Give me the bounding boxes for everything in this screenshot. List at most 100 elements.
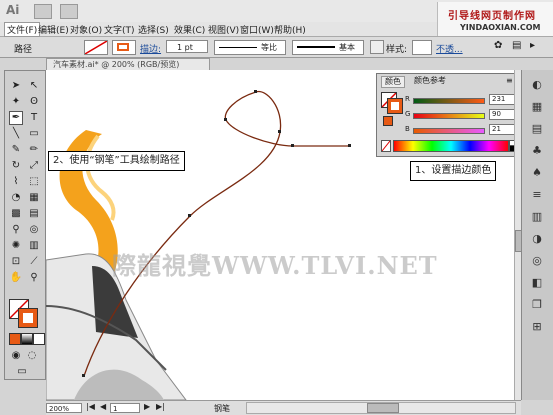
- zoom-field[interactable]: 200%: [46, 403, 82, 413]
- control-bar: 路径 描边: 1 pt 等比 基本 样式: 不透... ✿ ▤ ▸: [0, 37, 553, 58]
- first-artboard-icon[interactable]: |◀: [86, 402, 95, 411]
- no-fill-icon: [381, 140, 391, 152]
- next-artboard-icon[interactable]: ▶: [144, 402, 150, 411]
- gradient-panel-icon[interactable]: ▥: [530, 210, 544, 224]
- symbols-icon[interactable]: ♠: [530, 166, 544, 180]
- variable-width-profile[interactable]: 等比: [214, 40, 286, 55]
- gradient-tool-icon[interactable]: ▤: [27, 207, 41, 221]
- gradient-mode-button[interactable]: [21, 333, 33, 345]
- paintbrush-tool-icon[interactable]: ✎: [9, 143, 23, 157]
- menu-edit[interactable]: 编辑(E): [36, 23, 71, 36]
- menu-select[interactable]: 选择(S): [136, 23, 171, 36]
- tab-color-guide[interactable]: 颜色参考: [411, 76, 449, 86]
- fill-swatch[interactable]: [84, 40, 108, 55]
- brush-definition[interactable]: 基本: [292, 40, 364, 55]
- line-tool-icon[interactable]: ╲: [9, 127, 23, 141]
- menu-object[interactable]: 对象(O): [68, 23, 104, 36]
- swatches-icon[interactable]: ▤: [530, 122, 544, 136]
- panel-dock: ◐ ▦ ▤ ♣ ♠ ≡ ▥ ◑ ◎ ◧ ❐ ⊞: [521, 70, 553, 400]
- free-transform-tool-icon[interactable]: ⬚: [27, 175, 41, 189]
- magic-wand-tool-icon[interactable]: ✦: [9, 95, 23, 109]
- color-mode-button[interactable]: [9, 333, 21, 345]
- color-panel-icon[interactable]: ◐: [530, 78, 544, 92]
- style-label: 样式:: [386, 45, 408, 55]
- menu-window[interactable]: 窗口(W): [238, 23, 276, 36]
- align-icon[interactable]: ▤: [512, 40, 524, 52]
- brushes-icon[interactable]: ♣: [530, 144, 544, 158]
- transparency-icon[interactable]: ◑: [530, 232, 544, 246]
- menu-help[interactable]: 帮助(H): [272, 23, 308, 36]
- object-type-label: 路径: [14, 45, 33, 55]
- menu-effect[interactable]: 效果(C): [172, 23, 207, 36]
- rotate-tool-icon[interactable]: ↻: [9, 159, 23, 173]
- perspective-grid-tool-icon[interactable]: ▦: [27, 191, 41, 205]
- tools-panel: ➤ ↖ ✦ ʘ ✒ T ╲ ▭ ✎ ✏ ↻ ⤢ ⌇ ⬚ ◔ ▦ ▩ ▤ ⚲ ◎ …: [4, 70, 46, 380]
- site-watermark-en: YINDAOXIAN.COM: [460, 23, 541, 32]
- brush-label: 基本: [339, 43, 355, 52]
- stroke-link[interactable]: 描边:: [140, 42, 161, 55]
- recolor-icon[interactable]: ✿: [494, 40, 506, 52]
- lasso-tool-icon[interactable]: ʘ: [27, 95, 41, 109]
- bridge-button[interactable]: [34, 4, 52, 19]
- slice-tool-icon[interactable]: ⟋: [27, 255, 41, 269]
- horizontal-scrollbar[interactable]: [246, 402, 516, 414]
- callout-draw-path: 2、使用“钢笔”工具绘制路径: [48, 151, 185, 171]
- shape-builder-tool-icon[interactable]: ◔: [9, 191, 23, 205]
- app-logo: Ai: [6, 3, 20, 17]
- prev-artboard-icon[interactable]: ◀: [100, 402, 106, 411]
- draw-behind-icon[interactable]: ◌: [25, 349, 39, 363]
- mesh-tool-icon[interactable]: ▩: [9, 207, 23, 221]
- stroke-box[interactable]: [18, 308, 38, 328]
- last-color-swatch[interactable]: [383, 116, 393, 126]
- type-tool-icon[interactable]: T: [27, 111, 41, 125]
- tab-color[interactable]: 颜色: [381, 76, 405, 88]
- pen-tool-icon[interactable]: ✒: [9, 111, 23, 125]
- site-watermark-cn: 引导线网页制作网: [448, 11, 536, 22]
- menu-type[interactable]: 文字(T): [102, 23, 137, 36]
- panel-menu-icon[interactable]: ≡: [506, 76, 513, 85]
- opacity-link[interactable]: 不透...: [436, 42, 463, 55]
- none-color-swatch[interactable]: [381, 140, 391, 152]
- screen-mode-icon[interactable]: ▭: [15, 365, 29, 379]
- last-artboard-icon[interactable]: ▶|: [156, 402, 165, 411]
- stroke-panel-icon[interactable]: ≡: [530, 188, 544, 202]
- symbol-sprayer-tool-icon[interactable]: ✺: [9, 239, 23, 253]
- scale-tool-icon[interactable]: ⤢: [27, 159, 41, 173]
- canvas-watermark: 際龍視覺WWW.TLVI.NET: [112, 251, 438, 280]
- panel-stroke-box[interactable]: [387, 98, 403, 114]
- zoom-tool-icon[interactable]: ⚲: [27, 271, 41, 285]
- no-fill-icon: [84, 40, 108, 55]
- graphic-style-icon[interactable]: [370, 40, 384, 54]
- direct-selection-tool-icon[interactable]: ↖: [27, 79, 41, 93]
- menu-view[interactable]: 视图(V): [206, 23, 241, 36]
- rectangle-tool-icon[interactable]: ▭: [27, 127, 41, 141]
- column-graph-tool-icon[interactable]: ▥: [27, 239, 41, 253]
- none-mode-button[interactable]: [33, 333, 45, 345]
- stroke-weight-field[interactable]: 1 pt: [166, 40, 208, 53]
- blend-tool-icon[interactable]: ◎: [27, 223, 41, 237]
- artboard-number-field[interactable]: 1: [110, 403, 140, 413]
- style-dropdown[interactable]: [412, 40, 432, 55]
- arrange-documents-button[interactable]: [60, 4, 78, 19]
- hand-tool-icon[interactable]: ✋: [9, 271, 23, 285]
- options-icon[interactable]: ▸: [530, 40, 542, 52]
- menu-file[interactable]: 文件(F): [4, 22, 41, 37]
- color-panel: 颜色 颜色参考 ≡ R 231 G 90 B 21: [376, 73, 521, 157]
- warp-tool-icon[interactable]: ⌇: [9, 175, 23, 189]
- layers-icon[interactable]: ❐: [530, 298, 544, 312]
- artboards-icon[interactable]: ⊞: [530, 320, 544, 334]
- stroke-swatch[interactable]: [112, 40, 136, 55]
- pencil-tool-icon[interactable]: ✏: [27, 143, 41, 157]
- color-spectrum[interactable]: [393, 140, 509, 152]
- eyedropper-tool-icon[interactable]: ⚲: [9, 223, 23, 237]
- artboard-tool-icon[interactable]: ⊡: [9, 255, 23, 269]
- color-guide-icon[interactable]: ▦: [530, 100, 544, 114]
- selection-tool-icon[interactable]: ➤: [9, 79, 23, 93]
- callout-set-stroke-color: 1、设置描边颜色: [410, 161, 497, 181]
- horizontal-scroll-thumb[interactable]: [367, 403, 399, 413]
- profile-label: 等比: [261, 43, 277, 52]
- graphic-styles-icon[interactable]: ◧: [530, 276, 544, 290]
- appearance-icon[interactable]: ◎: [530, 254, 544, 268]
- site-watermark: 引导线网页制作网 YINDAOXIAN.COM: [437, 2, 553, 36]
- draw-normal-icon[interactable]: ◉: [9, 349, 23, 363]
